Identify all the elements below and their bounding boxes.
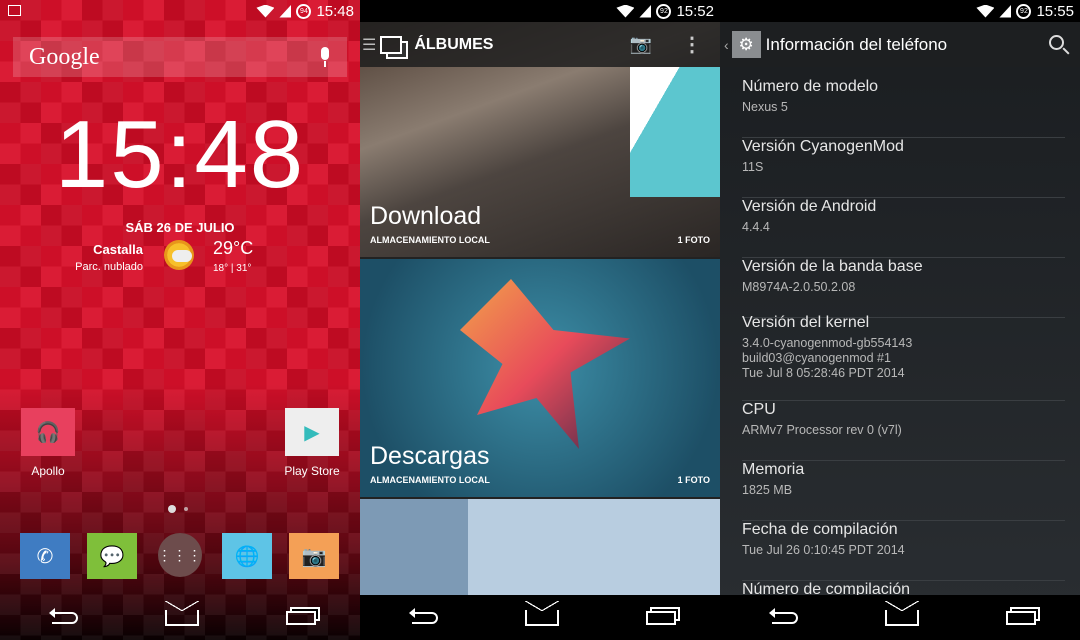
- settings-item[interactable]: CPU ARMv7 Processor rev 0 (v7l): [742, 401, 1065, 461]
- item-value: Nexus 5: [742, 100, 788, 114]
- settings-item[interactable]: Memoria 1825 MB: [742, 461, 1065, 521]
- status-bar: 92 15:52: [360, 0, 720, 22]
- google-search-bar[interactable]: Google: [13, 37, 347, 77]
- navigation-bar: [0, 595, 360, 640]
- album-subtitle: ALMACENAMIENTO LOCAL: [370, 235, 490, 245]
- google-logo: Google: [29, 43, 100, 70]
- app-play-store[interactable]: ▶ Play Store: [272, 408, 352, 478]
- recents-button[interactable]: [1006, 610, 1037, 625]
- status-time: 15:52: [676, 2, 714, 20]
- camera-icon[interactable]: 📷: [630, 34, 652, 55]
- item-value: 1825 MB: [742, 483, 793, 497]
- settings-screen: 92 15:55 ‹ ⚙ Información del teléfono Nú…: [720, 0, 1080, 640]
- back-button[interactable]: [48, 607, 78, 624]
- search-icon[interactable]: [1049, 35, 1070, 55]
- overflow-menu-icon[interactable]: ⋮: [682, 32, 702, 57]
- page-title: Información del teléfono: [765, 34, 948, 54]
- status-bar: 92 15:55: [720, 0, 1080, 22]
- app-apollo[interactable]: 🎧 Apollo: [8, 408, 88, 478]
- app-label: Play Store: [284, 464, 340, 478]
- signal-icon: [999, 4, 1012, 18]
- settings-gear-icon[interactable]: ⚙: [731, 31, 761, 58]
- item-value: M8974A-2.0.50.2.08: [742, 280, 856, 294]
- status-bar: 94 15:48: [0, 0, 360, 22]
- app-label: Apollo: [31, 464, 65, 478]
- settings-item[interactable]: Versión de la banda base M8974A-2.0.50.2.…: [742, 258, 1065, 318]
- page-title: ÁLBUMES: [414, 35, 494, 53]
- wifi-icon: [616, 4, 635, 18]
- action-bar: ☰ ÁLBUMES 📷 ⋮: [360, 22, 720, 67]
- headphones-icon: 🎧: [21, 408, 75, 456]
- message-icon[interactable]: 💬: [87, 533, 137, 579]
- home-button[interactable]: [524, 600, 559, 626]
- partly-cloudy-icon: [164, 240, 194, 270]
- gallery-screen: 92 15:52 ☰ ÁLBUMES 📷 ⋮ Download ALMACENA…: [360, 0, 720, 640]
- back-button[interactable]: [768, 607, 798, 624]
- item-value: Tue Jul 26 0:10:45 PDT 2014: [742, 543, 905, 557]
- up-chevron-icon[interactable]: ‹: [724, 37, 729, 53]
- recents-button[interactable]: [286, 610, 317, 625]
- battery-icon: 94: [296, 3, 312, 19]
- wifi-icon: [256, 4, 275, 18]
- album-subtitle: ALMACENAMIENTO LOCAL: [370, 475, 490, 485]
- home-button[interactable]: [884, 600, 919, 626]
- home-button[interactable]: [164, 600, 199, 626]
- item-label: Memoria: [742, 461, 805, 478]
- item-label: Versión de Android: [742, 198, 877, 215]
- notification-image-icon: [8, 5, 21, 16]
- settings-item[interactable]: Fecha de compilación Tue Jul 26 0:10:45 P…: [742, 521, 1065, 581]
- item-label: Versión de la banda base: [742, 258, 923, 275]
- item-label: Fecha de compilación: [742, 521, 898, 538]
- settings-item[interactable]: Versión CyanogenMod 11S: [742, 138, 1065, 198]
- item-value: 4.4.4: [742, 220, 770, 234]
- play-store-icon: ▶: [285, 408, 339, 456]
- item-value: 11S: [742, 160, 764, 174]
- battery-icon: 92: [1016, 3, 1032, 19]
- item-value: 3.4.0-cyanogenmod-gb554143 build03@cyano…: [742, 336, 913, 380]
- camera-icon[interactable]: 📷: [289, 533, 339, 579]
- settings-item[interactable]: Versión del kernel 3.4.0-cyanogenmod-gb55…: [742, 314, 1065, 401]
- weather-city: Castalla: [93, 242, 143, 257]
- status-time: 15:55: [1036, 2, 1074, 20]
- globe-icon[interactable]: 🌐: [222, 533, 272, 579]
- settings-item[interactable]: Número de modelo Nexus 5: [742, 78, 1065, 138]
- item-label: Versión CyanogenMod: [742, 138, 904, 155]
- recents-button[interactable]: [646, 610, 677, 625]
- album-thumbnail[interactable]: [360, 499, 720, 595]
- battery-icon: 92: [656, 3, 672, 19]
- signal-icon: [279, 4, 292, 18]
- date-label: SÁB 26 DE JULIO: [125, 220, 235, 235]
- album-title: Descargas: [370, 442, 490, 470]
- back-button[interactable]: [408, 607, 438, 624]
- weather-range: 18° | 31°: [213, 263, 252, 274]
- album-title: Download: [370, 202, 482, 230]
- action-bar: ‹ ⚙ Información del teléfono: [720, 22, 1080, 67]
- item-label: CPU: [742, 401, 776, 418]
- item-label: Versión del kernel: [742, 314, 870, 331]
- item-value: ARMv7 Processor rev 0 (v7l): [742, 423, 902, 437]
- albums-icon: [380, 35, 403, 54]
- clock-widget[interactable]: 15:48: [0, 100, 360, 210]
- microphone-icon[interactable]: [319, 47, 331, 67]
- album-count: 1 FOTO: [677, 235, 710, 245]
- apps-grid-icon[interactable]: ⋮⋮⋮: [158, 533, 202, 577]
- navigation-bar: [720, 595, 1080, 640]
- status-time: 15:48: [316, 2, 354, 20]
- home-screen: 94 15:48 Google 15:48 SÁB 26 DE JULIO Ca…: [0, 0, 360, 640]
- album-descargas[interactable]: Descargas ALMACENAMIENTO LOCAL 1 FOTO: [360, 259, 720, 497]
- item-label: Número de modelo: [742, 78, 879, 95]
- weather-temp: 29°C: [213, 238, 254, 258]
- album-count: 1 FOTO: [677, 475, 710, 485]
- settings-item[interactable]: Versión de Android 4.4.4: [742, 198, 1065, 258]
- weather-condition: Parc. nublado: [75, 261, 143, 273]
- signal-icon: [639, 4, 652, 18]
- navigation-bar: [360, 595, 720, 640]
- page-indicator: [168, 505, 188, 513]
- wifi-icon: [976, 4, 995, 18]
- drawer-icon[interactable]: ☰: [362, 35, 376, 55]
- phone-icon[interactable]: ✆: [20, 533, 70, 579]
